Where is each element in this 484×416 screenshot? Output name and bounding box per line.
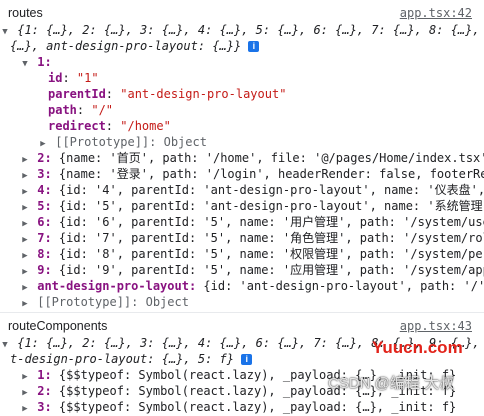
prototype-row[interactable]: ▶ [[Prototype]]: Object <box>20 294 484 311</box>
tree-item[interactable]: ▶ ant-design-pro-layout: {id: 'ant-desig… <box>20 278 484 295</box>
log-label: routeComponents <box>8 319 108 333</box>
collapsed-triangle-icon[interactable]: ▶ <box>38 136 48 151</box>
object-summary-cont: {…}, ant-design-pro-layout: {…}} i <box>10 38 484 55</box>
collapsed-triangle-icon[interactable]: ▶ <box>20 280 30 295</box>
prototype-row[interactable]: ▶ [[Prototype]]: Object <box>38 134 484 151</box>
tree-item[interactable]: ▶ 4: {id: '4', parentId: 'ant-design-pro… <box>20 182 484 199</box>
site-watermark: Yuucn.com <box>372 338 463 357</box>
tree-item[interactable]: ▶ 6: {id: '6', parentId: '5', name: '用户管… <box>20 214 484 231</box>
collapsed-triangle-icon[interactable]: ▶ <box>20 385 30 400</box>
console-log-routes: routes app.tsx:42 ▼ {1: {…}, 2: {…}, 3: … <box>0 0 484 313</box>
collapsed-triangle-icon[interactable]: ▶ <box>20 152 30 167</box>
prop-row: parentId: "ant-design-pro-layout" <box>48 87 287 101</box>
tree-item[interactable]: ▶ 2: {name: '首页', path: '/home', file: '… <box>20 150 484 167</box>
collapsed-triangle-icon[interactable]: ▶ <box>20 369 30 384</box>
info-icon[interactable]: i <box>248 41 260 52</box>
tree-item-1[interactable]: ▼ 1: <box>20 54 484 71</box>
collapsed-triangle-icon[interactable]: ▶ <box>20 248 30 263</box>
collapsed-triangle-icon[interactable]: ▶ <box>20 184 30 199</box>
tree-item[interactable]: ▶ 3: {$$typeof: Symbol(react.lazy), _pay… <box>20 399 484 416</box>
prop-row: path: "/" <box>48 103 114 117</box>
tree-item[interactable]: ▶ 5: {id: '5', parentId: 'ant-design-pro… <box>20 198 484 215</box>
collapsed-triangle-icon[interactable]: ▶ <box>20 296 30 311</box>
summary-text: {1: {…}, 2: {…}, 3: {…}, 4: {…}, 5: {…},… <box>17 23 484 37</box>
tree-item[interactable]: ▶ 7: {id: '7', parentId: '5', name: '角色管… <box>20 230 484 247</box>
log-label: routes <box>8 6 43 20</box>
collapsed-triangle-icon[interactable]: ▶ <box>20 200 30 215</box>
tree-item[interactable]: ▶ 3: {name: '登录', path: '/login', header… <box>20 166 484 183</box>
tree-item[interactable]: ▶ 8: {id: '8', parentId: '5', name: '权限管… <box>20 246 484 263</box>
tree-item[interactable]: ▶ 9: {id: '9', parentId: '5', name: '应用管… <box>20 262 484 279</box>
collapsed-triangle-icon[interactable]: ▶ <box>20 216 30 231</box>
collapsed-triangle-icon[interactable]: ▶ <box>20 232 30 247</box>
expand-triangle-icon[interactable]: ▼ <box>0 24 10 39</box>
collapsed-triangle-icon[interactable]: ▶ <box>20 264 30 279</box>
info-icon[interactable]: i <box>241 354 253 365</box>
collapsed-triangle-icon[interactable]: ▶ <box>20 401 30 416</box>
expand-triangle-icon[interactable]: ▼ <box>20 56 30 71</box>
object-summary[interactable]: ▼ {1: {…}, 2: {…}, 3: {…}, 4: {…}, 5: {…… <box>0 22 484 39</box>
source-link[interactable]: app.tsx:42 <box>400 6 472 20</box>
prop-row: id: "1" <box>48 71 99 85</box>
collapsed-triangle-icon[interactable]: ▶ <box>20 168 30 183</box>
prop-row: redirect: "/home" <box>48 119 171 133</box>
source-link[interactable]: app.tsx:43 <box>400 319 472 333</box>
expand-triangle-icon[interactable]: ▼ <box>0 337 10 352</box>
csdn-watermark: CSDN @编程 大叔 <box>328 375 455 392</box>
